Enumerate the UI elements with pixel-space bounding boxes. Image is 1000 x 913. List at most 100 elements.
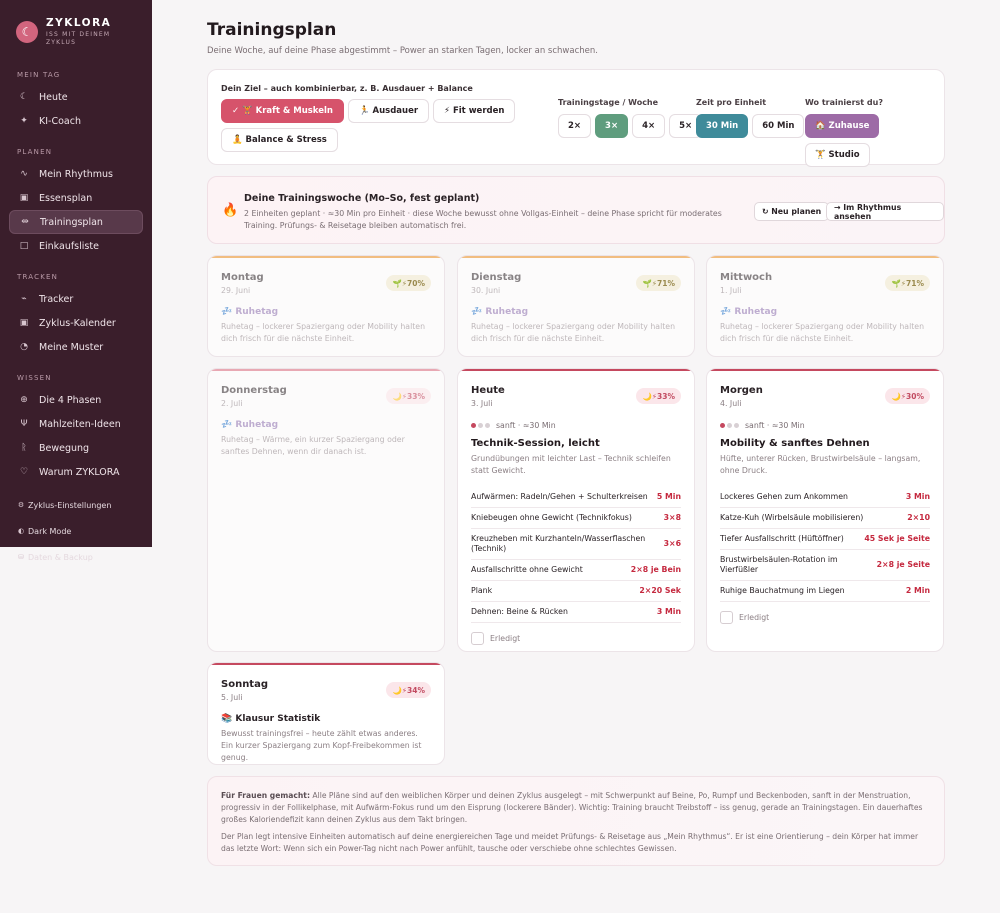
moon-icon: ☾ [19,92,29,102]
days-chip-3[interactable]: 3× [595,114,629,138]
sidebar-item-tracker[interactable]: ⌁ Tracker [9,287,143,311]
done-toggle[interactable]: Erledigt [471,632,681,645]
dark-mode-toggle[interactable]: ◐ Dark Mode [0,518,152,544]
sidebar-item-label: Meine Muster [39,341,104,353]
week-summary-banner: 🔥 Deine Trainingswoche (Mo–So, fest gepl… [207,176,945,244]
sidebar-item-label: Tracker [39,293,74,305]
intensity-dot [485,423,490,428]
sidebar-item-warum-zyklora[interactable]: ♡ Warum ZYKLORA [9,460,143,484]
sidebar-item-label: Bewegung [39,442,90,454]
info-paragraph-1: Für Frauen gemacht: Alle Pläne sind auf … [221,790,931,826]
exercise-row: Brustwirbelsäulen-Rotation im Vierfüßler… [720,550,930,581]
energy-badge: 🌙⚡30% [885,388,930,404]
exercise-value: 3 Min [656,607,681,616]
location-group: Wo trainierst du? 🏠 Zuhause 🏋 Studio [805,98,944,171]
exercise-row: Ruhige Bauchatmung im Liegen 2 Min [720,581,930,602]
place-chip-home[interactable]: 🏠 Zuhause [805,114,880,138]
replan-button[interactable]: ↻ Neu planen [754,202,830,221]
database-icon: ⛁ [18,553,24,561]
goal-chip-balance[interactable]: 🧘 Balance & Stress [221,128,338,152]
energy-badge: 🌙⚡33% [636,388,681,404]
sidebar-item-mein-rhythmus[interactable]: ∿ Mein Rhythmus [9,162,143,186]
sidebar-item-essensplan[interactable]: ▣ Essensplan [9,186,143,210]
exercise-name: Ruhige Bauchatmung im Liegen [720,586,845,595]
exercise-row: Ausfallschritte ohne Gewicht 2×8 je Bein [471,560,681,581]
goal-chip-fit[interactable]: ⚡ Fit werden [433,99,516,123]
exercise-value: 3×8 [663,513,681,522]
dumbbell-icon: ⇹ [21,217,29,227]
utensils-icon: Ψ [20,419,28,429]
week-text: 2 Einheiten geplant · ≈30 Min pro Einhei… [244,209,722,230]
page-title: Trainingsplan [207,20,337,40]
exercise-name: Ausfallschritte ohne Gewicht [471,565,583,574]
exam-text: Bewusst trainingsfrei – heute zählt etwa… [221,729,422,762]
done-label: Erledigt [739,613,770,622]
sidebar-item-label: Trainingsplan [40,216,103,228]
nav-section-plan: PLANEN [17,148,53,156]
days-chip-4[interactable]: 4× [632,114,666,138]
day-card-tomorrow: Morgen 4. Juli 🌙⚡30% sanft · ≈30 Min Mob… [706,368,944,652]
days-chip-2[interactable]: 2× [558,114,592,138]
sidebar-item-label: Einkaufsliste [39,240,99,252]
nav-section-today: MEIN TAG [17,71,61,79]
done-toggle[interactable]: Erledigt [720,611,930,624]
exercise-value: 2×8 je Seite [876,560,930,569]
info-bold: Für Frauen gemacht: [221,791,310,800]
sidebar-item-label: Mein Rhythmus [39,168,113,180]
exercise-row: Tiefer Ausfallschritt (Hüftöffner) 45 Sek… [720,529,930,550]
sidebar-item-mahlzeiten-ideen[interactable]: Ψ Mahlzeiten-Ideen [9,412,143,436]
day-card-wednesday: Mittwoch 1. Juli 🌱⚡71% 💤 Ruhetag Ruhetag… [706,255,944,357]
exercise-value: 3 Min [905,492,930,501]
place-chip-studio[interactable]: 🏋 Studio [805,143,870,167]
rest-title: 💤 Ruhetag [221,420,279,430]
intensity-dot [727,423,732,428]
day-card-tuesday: Dienstag 30. Juni 🌱⚡71% 💤 Ruhetag Ruheta… [457,255,695,357]
done-checkbox[interactable] [471,632,484,645]
info-text-1: Alle Pläne sind auf den weiblichen Körpe… [221,791,923,824]
intensity-dot [471,423,476,428]
exercise-name: Kniebeugen ohne Gewicht (Technikfokus) [471,513,632,522]
main-content: Trainingsplan Deine Woche, auf deine Pha… [207,0,945,866]
exercise-row: Lockeres Gehen zum Ankommen 3 Min [720,487,930,508]
goal-chip-kraft[interactable]: ✓ 🏋 Kraft & Muskeln [221,99,344,123]
sidebar-item-meine-muster[interactable]: ◔ Meine Muster [9,335,143,359]
day-card-monday: Montag 29. Juni 🌱⚡70% 💤 Ruhetag Ruhetag … [207,255,445,357]
view-rhythm-button[interactable]: → Im Rhythmus ansehen [826,202,944,221]
backup-link[interactable]: ⛁ Daten & Backup [0,544,152,570]
place-label: Wo trainierst du? [805,98,883,107]
sidebar-item-bewegung[interactable]: ᚱ Bewegung [9,436,143,460]
exercise-value: 2×8 je Bein [630,565,681,574]
sidebar-item-heute[interactable]: ☾ Heute [9,85,143,109]
time-chip-60[interactable]: 60 Min [752,114,805,138]
sidebar-item-label: Warum ZYKLORA [39,466,120,478]
goal-chip-ausdauer[interactable]: 🏃 Ausdauer [347,99,430,123]
intensity-dot [478,423,483,428]
dark-mode-label: Dark Mode [28,526,72,536]
done-label: Erledigt [490,634,521,643]
time-chip-30[interactable]: 30 Min [696,114,749,138]
brand[interactable]: ☾ ZYKLORA ISS MIT DEINEM ZYKLUS [0,0,152,46]
sparkle-icon: ✦ [20,116,28,126]
sidebar-item-zyklus-kalender[interactable]: ▣ Zyklus-Kalender [9,311,143,335]
exercise-name: Aufwärmen: Radeln/Gehen + Schulterkreise… [471,492,648,501]
sidebar-item-4-phasen[interactable]: ⊕ Die 4 Phasen [9,388,143,412]
sidebar-item-einkaufsliste[interactable]: □ Einkaufsliste [9,234,143,258]
session-text: Grundübungen mit leichter Last – Technik… [471,454,671,475]
exam-title: 📚 Klausur Statistik [221,714,321,724]
sidebar-item-ki-coach[interactable]: ✦ KI-Coach [9,109,143,133]
bag-icon: □ [19,241,29,251]
page-subtitle: Deine Woche, auf deine Phase abgestimmt … [207,46,598,56]
energy-badge: 🌱⚡71% [885,275,930,291]
exercise-list: Lockeres Gehen zum Ankommen 3 Min Katze-K… [720,487,930,602]
time-per-unit-group: Zeit pro Einheit 30 Min 60 Min [696,98,808,142]
exercise-name: Katze-Kuh (Wirbelsäule mobilisieren) [720,513,864,522]
sidebar-item-label: Zyklus-Kalender [39,317,116,329]
settings-label: Zyklus-Einstellungen [28,500,112,510]
brand-tagline-1: ISS MIT DEINEM [46,31,111,38]
sidebar-item-trainingsplan[interactable]: ⇹ Trainingsplan [9,210,143,234]
exercise-value: 2×20 Sek [639,586,681,595]
info-note: Für Frauen gemacht: Alle Pläne sind auf … [207,776,945,866]
sidebar-item-label: Die 4 Phasen [39,394,102,406]
done-checkbox[interactable] [720,611,733,624]
settings-link[interactable]: ⚙ Zyklus-Einstellungen [0,492,152,518]
